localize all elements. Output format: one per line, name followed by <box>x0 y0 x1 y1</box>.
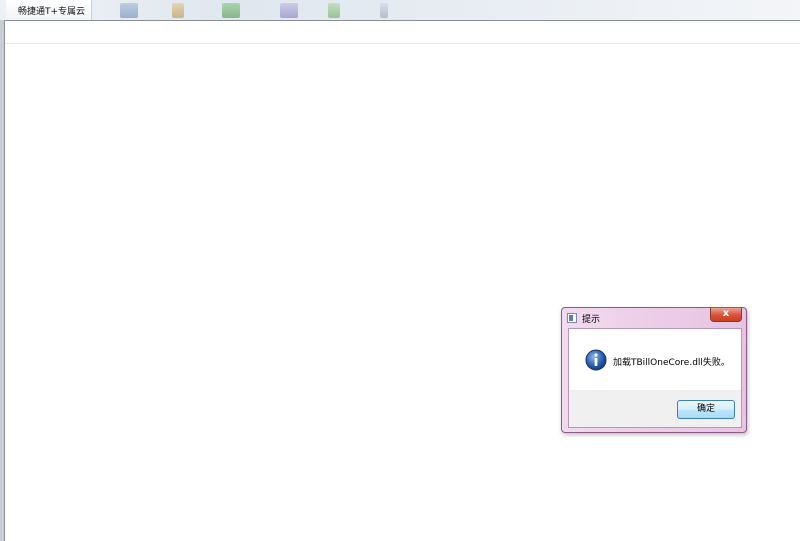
info-icon <box>585 349 607 371</box>
dialog-body: 加载TBillOneCore.dll失败。 确定 <box>568 328 742 428</box>
toolbar-icon <box>380 3 388 18</box>
dialog-message: 加载TBillOneCore.dll失败。 <box>613 358 730 368</box>
taskbar-strip: 畅捷通T+专属云 <box>0 0 800 20</box>
header-divider <box>5 43 800 44</box>
toolbar-icon <box>280 3 298 18</box>
alert-dialog: 提示 x 加载TBillOneCore.dll失败。 确定 <box>561 307 747 433</box>
ok-button[interactable]: 确定 <box>677 400 735 419</box>
toolbar-icon <box>222 3 240 18</box>
toolbar-icon <box>120 3 138 18</box>
main-content-area <box>4 20 800 541</box>
toolbar-icon <box>328 3 340 18</box>
close-icon: x <box>722 308 730 319</box>
tab-app-label: 畅捷通T+专属云 <box>18 7 86 17</box>
window-icon <box>567 313 577 323</box>
close-button[interactable]: x <box>710 308 742 322</box>
toolbar-icon <box>172 3 184 18</box>
tab-app[interactable]: 畅捷通T+专属云 <box>6 0 92 20</box>
dialog-title: 提示 <box>582 315 601 325</box>
